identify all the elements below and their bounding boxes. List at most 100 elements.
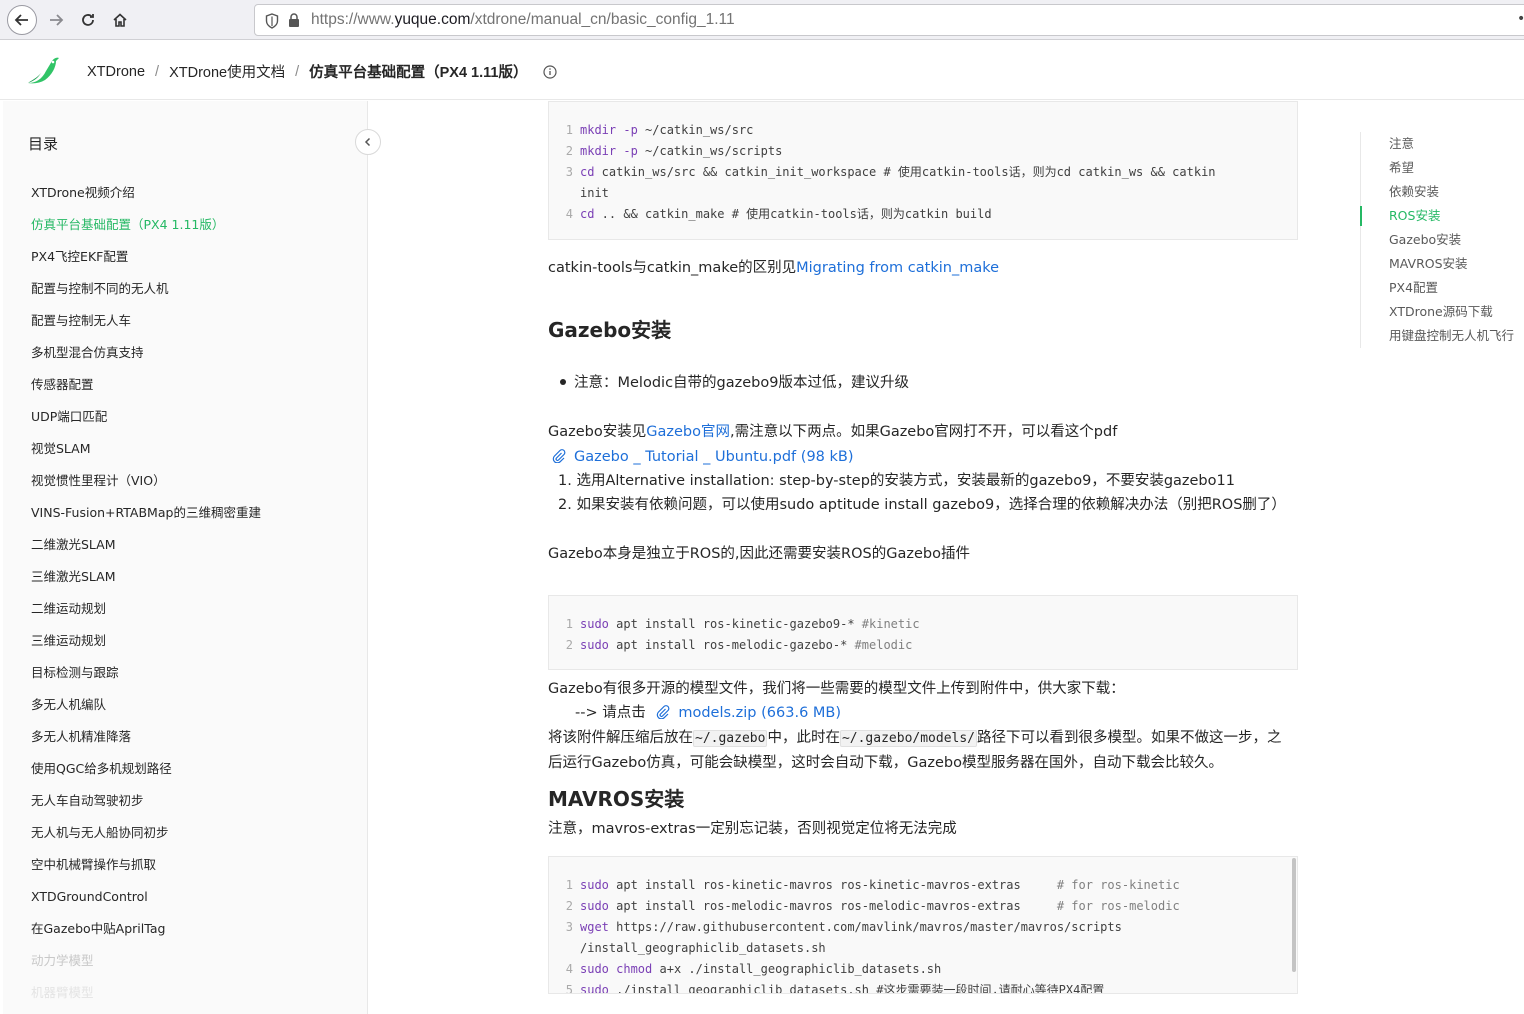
reload-button[interactable] [73,5,103,35]
code-line: 4 cd .. && catkin_make # 使用catkin-tools话，… [565,207,992,221]
reload-icon [82,14,94,26]
page-outline: 注意 希望 依赖安装 ROS安装 Gazebo安装 MAVROS安装 PX4配置… [1359,132,1514,348]
toc-item[interactable]: 多机型混合仿真支持 [31,341,261,373]
forward-button[interactable] [41,5,71,35]
catkin-migration-link[interactable]: Migrating from catkin_make [796,260,999,276]
attachment-size: (663.6 MB) [761,705,842,721]
attachment-size: (98 kB) [800,449,854,465]
toc-item[interactable]: 传感器配置 [31,373,261,405]
toc-item[interactable]: XTDrone视频介绍 [31,181,261,213]
toc-item[interactable]: UDP端口匹配 [31,405,261,437]
gazebo-site-link[interactable]: Gazebo官网 [646,424,730,440]
paperclip-icon [552,449,566,464]
toc-sidebar: 目录 XTDrone视频介绍 仿真平台基础配置（PX4 1.11版） PX4飞控… [3,101,368,1014]
toc-item[interactable]: 多无人机精准降落 [31,725,261,757]
inline-code: ~/.gazebo [693,730,768,747]
code-line: 2 sudo apt install ros-melodic-gazebo-* #… [565,638,913,652]
outline-item[interactable]: XTDrone源码下载 [1361,300,1514,324]
toc-item[interactable]: 二维激光SLAM [31,533,261,565]
outline-item[interactable]: MAVROS安装 [1361,252,1514,276]
paragraph: Gazebo本身是独立于ROS的,因此还需要安装ROS的Gazebo插件 [548,546,970,562]
toc-item[interactable]: 在Gazebo中贴AprilTag [31,917,261,949]
code-scrollbar[interactable] [1292,858,1296,972]
ordered-list-item: 2. 如果安装有依赖问题，可以使用sudo aptitude install g… [558,497,1286,513]
toc-item[interactable]: 三维激光SLAM [31,565,261,597]
url-text[interactable]: https://www.yuque.com/xtdrone/manual_cn/… [311,11,735,29]
outline-item-active[interactable]: ROS安装 [1359,204,1514,228]
info-icon[interactable] [543,64,558,79]
breadcrumb-separator: / [155,63,160,80]
code-line: 2 mkdir -p ~/catkin_ws/scripts [565,144,783,158]
attachment-name[interactable]: models.zip [678,705,756,721]
attachment-name[interactable]: Gazebo _ Tutorial _ Ubuntu.pdf [574,449,796,465]
home-button[interactable] [105,5,135,35]
code-block[interactable]: 1 sudo apt install ros-kinetic-mavros ros… [548,856,1298,994]
toc-item[interactable]: 机器臂模型 [31,981,261,1013]
code-line: 3 wget https://raw.githubusercontent.com/… [565,920,1122,934]
breadcrumb-separator: / [295,63,300,80]
outline-item[interactable]: 用键盘控制无人机飞行 [1361,324,1514,348]
code-block[interactable]: 1 mkdir -p ~/catkin_ws/src 2 mkdir -p ~/ca… [548,101,1298,240]
toc-item[interactable]: 视觉SLAM [31,437,261,469]
toc-item[interactable]: 二维运动规划 [31,597,261,629]
code-line: 1 mkdir -p ~/catkin_ws/src [565,123,754,137]
outline-item[interactable]: PX4配置 [1361,276,1514,300]
outline-item[interactable]: 注意 [1361,132,1514,156]
outline-item[interactable]: 依赖安装 [1361,180,1514,204]
paragraph: catkin-tools与catkin_make的区别见Migrating fr… [548,260,1000,276]
paragraph: 注意，mavros-extras一定别忘记装，否则视觉定位将无法完成 [548,821,957,837]
paragraph: Gazebo安装见Gazebo官网,需注意以下两点。如果Gazebo官网打不开，… [548,424,1118,440]
yuque-logo[interactable] [26,55,60,85]
browser-toolbar: https://www.yuque.com/xtdrone/manual_cn/… [0,0,1524,40]
toc-item[interactable]: 无人机与无人船协同初步 [31,821,261,853]
code-line: 3 cd catkin_ws/src && catkin_init_workspa… [565,165,1216,179]
toc-item[interactable]: 配置与控制不同的无人机 [31,277,261,309]
page-actions-icon[interactable]: • [1517,11,1524,27]
outline-item[interactable]: 希望 [1361,156,1514,180]
code-line: 4 sudo chmod a+x ./install_geographiclib_… [565,962,942,976]
toc-item[interactable]: 配置与控制无人车 [31,309,261,341]
toc-item[interactable]: 空中机械臂操作与抓取 [31,853,261,885]
toc-item[interactable]: 三维运动规划 [31,629,261,661]
attachment-zip-line: --> 请点击 models.zip (663.6 MB) [575,705,842,721]
code-line: 1 sudo apt install ros-kinetic-gazebo9-* … [565,617,920,631]
toc-list: XTDrone视频介绍 仿真平台基础配置（PX4 1.11版） PX4飞控EKF… [31,181,261,1013]
lock-icon[interactable] [288,13,300,28]
toc-item-active[interactable]: 仿真平台基础配置（PX4 1.11版） [31,213,261,245]
bullet-dot [560,379,566,385]
back-button[interactable] [7,5,37,35]
toc-item[interactable]: 视觉惯性里程计（VIO） [31,469,261,501]
breadcrumb-current[interactable]: 仿真平台基础配置（PX4 1.11版） [309,61,527,82]
code-line: /install_geographiclib_datasets.sh [580,941,826,955]
arrow-right-icon [50,14,64,26]
code-line: 2 sudo apt install ros-melodic-mavros ros… [565,899,1180,913]
toc-item[interactable]: 多无人机编队 [31,693,261,725]
bullet-note: 注意：Melodic自带的gazebo9版本过低，建议升级 [548,372,909,394]
code-block[interactable]: 1 sudo apt install ros-kinetic-gazebo9-* … [548,595,1298,670]
paragraph: Gazebo有很多开源的模型文件，我们将一些需要的模型文件上传到附件中，供大家下… [548,681,1125,697]
address-bar[interactable]: https://www.yuque.com/xtdrone/manual_cn/… [254,4,1524,36]
shield-icon[interactable] [265,13,279,29]
toc-item[interactable]: VINS-Fusion+RTABMap的三维稠密重建 [31,501,261,533]
outline-item[interactable]: Gazebo安装 [1361,228,1514,252]
heading-gazebo: Gazebo安装 [548,318,672,342]
breadcrumb-item[interactable]: XTDrone [87,64,145,80]
toc-item[interactable]: 目标检测与跟踪 [31,661,261,693]
toc-item[interactable]: 动力学模型 [31,949,261,981]
home-icon [113,13,127,27]
toc-title: 目录 [28,135,59,153]
site-header: XTDrone / XTDrone使用文档 / 仿真平台基础配置（PX4 1.1… [0,41,1524,100]
code-line: 1 sudo apt install ros-kinetic-mavros ros… [565,878,1180,892]
paperclip-icon [657,705,670,720]
attachment-pdf[interactable]: Gazebo _ Tutorial _ Ubuntu.pdf (98 kB) [552,446,854,468]
breadcrumb-item[interactable]: XTDrone使用文档 [169,61,285,82]
toc-item[interactable]: PX4飞控EKF配置 [31,245,261,277]
toc-item[interactable]: XTDGroundControl [31,885,261,917]
collapse-sidebar-button[interactable] [355,129,381,155]
code-line: init [580,186,609,200]
ordered-list-item: 1. 选用Alternative installation: step-by-s… [558,473,1235,489]
toc-item[interactable]: 无人车自动驾驶初步 [31,789,261,821]
toc-item[interactable]: 使用QGC给多机规划路径 [31,757,261,789]
breadcrumb: XTDrone / XTDrone使用文档 / 仿真平台基础配置（PX4 1.1… [87,61,558,82]
heading-mavros: MAVROS安装 [548,787,685,811]
